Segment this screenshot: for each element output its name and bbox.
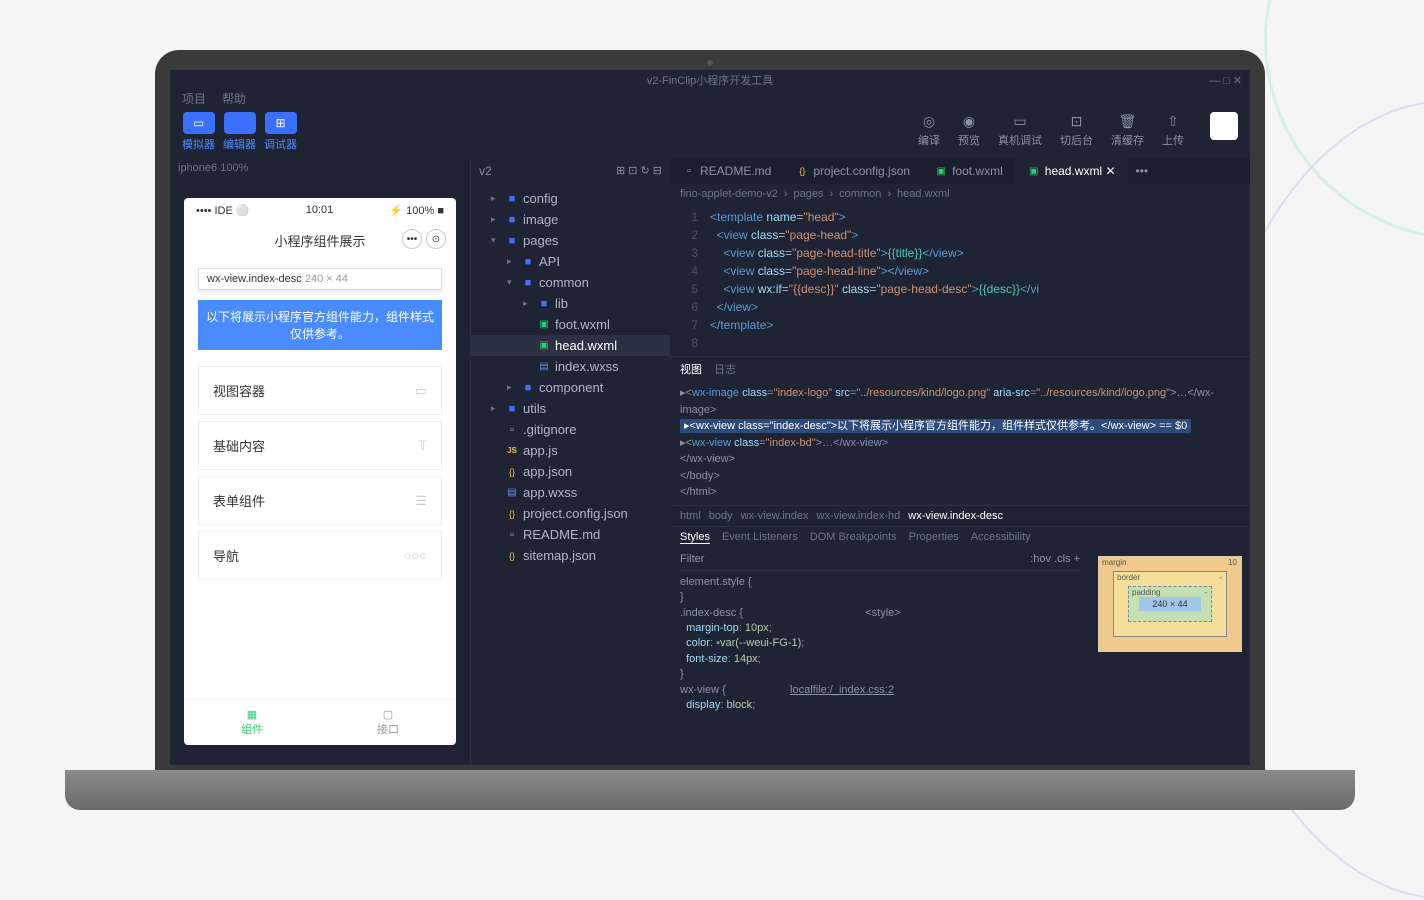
editor-tab-project.config.json[interactable]: {}project.config.json — [783, 158, 922, 184]
styles-tab-Event Listeners[interactable]: Event Listeners — [722, 531, 798, 544]
simulator-pane: iphone6 100% •••• IDE ⚪ 10:01 ⚡ 100% ■ 小… — [170, 158, 470, 765]
toolbar-上传[interactable]: ⇧上传 — [1162, 112, 1184, 154]
laptop-frame: v2-FinClip小程序开发工具 — □ ✕ 项目 帮助 ▭模拟器编辑器⊞调试… — [155, 50, 1265, 810]
tree-item-app.json[interactable]: {}app.json — [471, 461, 670, 482]
toolbar-预览[interactable]: ◉预览 — [958, 112, 980, 154]
menu-icon[interactable]: ••• — [402, 229, 422, 249]
toolbar-编译[interactable]: ◎编译 — [918, 112, 940, 154]
avatar[interactable] — [1210, 112, 1238, 140]
toolbar-真机调试[interactable]: ▭真机调试 — [998, 112, 1042, 154]
tree-item-README.md[interactable]: ▫README.md — [471, 524, 670, 545]
tree-item-API[interactable]: ▸■API — [471, 251, 670, 272]
phone-preview[interactable]: •••• IDE ⚪ 10:01 ⚡ 100% ■ 小程序组件展示 ••• ⊙ — [184, 198, 456, 745]
toolbar-调试器[interactable]: ⊞调试器 — [264, 112, 297, 154]
list-item[interactable]: 视图容器▭ — [198, 366, 442, 415]
tree-item-lib[interactable]: ▸■lib — [471, 293, 670, 314]
toolbar-模拟器[interactable]: ▭模拟器 — [182, 112, 215, 154]
styles-tab-Styles[interactable]: Styles — [680, 531, 710, 544]
tree-item-image[interactable]: ▸■image — [471, 209, 670, 230]
editor-tab-head.wxml[interactable]: ▣head.wxml ✕ — [1015, 158, 1128, 184]
inspect-tooltip: wx-view.index-desc 240 × 44 — [198, 268, 442, 290]
tree-actions[interactable]: ⊞ ⊡ ↻ ⊟ — [616, 164, 662, 178]
toolbar-清缓存[interactable]: 🗑清缓存 — [1111, 112, 1144, 154]
phone-time: 10:01 — [306, 204, 334, 217]
toolbar-切后台[interactable]: ⊡切后台 — [1060, 112, 1093, 154]
tree-item-pages[interactable]: ▾■pages — [471, 230, 670, 251]
list-item[interactable]: 导航○○○ — [198, 531, 442, 580]
toolbar-编辑器[interactable]: 编辑器 — [223, 112, 256, 154]
tree-item-component[interactable]: ▸■component — [471, 377, 670, 398]
elements-breadcrumb[interactable]: htmlbodywx-view.indexwx-view.index-hdwx-… — [670, 505, 1250, 527]
box-model: margin10 border- padding- 240 × 44 — [1090, 548, 1250, 718]
styles-tab-DOM Breakpoints[interactable]: DOM Breakpoints — [810, 531, 897, 544]
toolbar: ▭模拟器编辑器⊞调试器 ◎编译 ◉预览 ▭真机调试 ⊡切后台 🗑清缓存 ⇧上传 — [170, 108, 1250, 158]
elements-panel[interactable]: ▸<wx-image class="index-logo" src="../re… — [670, 381, 1250, 505]
menu-help[interactable]: 帮助 — [222, 90, 246, 108]
phone-tab-api[interactable]: ▢接口 — [320, 700, 456, 745]
tree-item-index.wxss[interactable]: ▤index.wxss — [471, 356, 670, 377]
tree-item-project.config.json[interactable]: {}project.config.json — [471, 503, 670, 524]
list-item[interactable]: 基础内容𝕋 — [198, 421, 442, 470]
phone-tab-components[interactable]: ▦组件 — [184, 700, 320, 745]
file-tree-pane: v2 ⊞ ⊡ ↻ ⊟ ▸■config▸■image▾■pages▸■API▾■… — [470, 158, 670, 765]
devtools-tab-view[interactable]: 视图 — [680, 361, 702, 377]
simulator-status: iphone6 100% — [170, 158, 470, 178]
tree-item-app.wxss[interactable]: ▤app.wxss — [471, 482, 670, 503]
highlighted-element[interactable]: 以下将展示小程序官方组件能力，组件样式仅供参考。 — [198, 300, 442, 350]
tree-item-app.js[interactable]: JSapp.js — [471, 440, 670, 461]
tree-root[interactable]: v2 — [479, 164, 492, 178]
editor-pane: ▫README.md{}project.config.json▣foot.wxm… — [670, 158, 1250, 765]
tab-more[interactable]: ••• — [1128, 158, 1157, 184]
titlebar: v2-FinClip小程序开发工具 — □ ✕ — [170, 70, 1250, 90]
devtools: 视图 日志 ▸<wx-image class="index-logo" src=… — [670, 356, 1250, 676]
styles-tab-Accessibility[interactable]: Accessibility — [971, 531, 1031, 544]
styles-filter[interactable]: Filter — [680, 552, 704, 567]
window-title: v2-FinClip小程序开发工具 — [647, 72, 774, 88]
window-controls[interactable]: — □ ✕ — [1209, 74, 1242, 87]
tree-item-common[interactable]: ▾■common — [471, 272, 670, 293]
phone-title: 小程序组件展示 — [274, 234, 365, 249]
code-editor[interactable]: 1<template name="head">2 <view class="pa… — [670, 204, 1250, 356]
editor-tab-foot.wxml[interactable]: ▣foot.wxml — [922, 158, 1015, 184]
tree-item-foot.wxml[interactable]: ▣foot.wxml — [471, 314, 670, 335]
list-item[interactable]: 表单组件☰ — [198, 476, 442, 525]
devtools-tab-log[interactable]: 日志 — [714, 361, 736, 377]
styles-hov[interactable]: :hov .cls + — [1030, 552, 1080, 567]
tree-item-head.wxml[interactable]: ▣head.wxml — [471, 335, 670, 356]
close-icon[interactable]: ⊙ — [426, 229, 446, 249]
styles-tab-Properties[interactable]: Properties — [909, 531, 959, 544]
breadcrumb[interactable]: fino-applet-demo-v2›pages›common›head.wx… — [670, 184, 1250, 204]
tree-item-sitemap.json[interactable]: {}sitemap.json — [471, 545, 670, 566]
tree-item-utils[interactable]: ▸■utils — [471, 398, 670, 419]
styles-panel[interactable]: Filter :hov .cls + element.style {}.inde… — [670, 548, 1090, 718]
editor-tab-README.md[interactable]: ▫README.md — [670, 158, 783, 184]
tree-item-.gitignore[interactable]: ▫.gitignore — [471, 419, 670, 440]
menu-project[interactable]: 项目 — [182, 90, 206, 108]
tree-item-config[interactable]: ▸■config — [471, 188, 670, 209]
menubar: 项目 帮助 — [170, 90, 1250, 108]
